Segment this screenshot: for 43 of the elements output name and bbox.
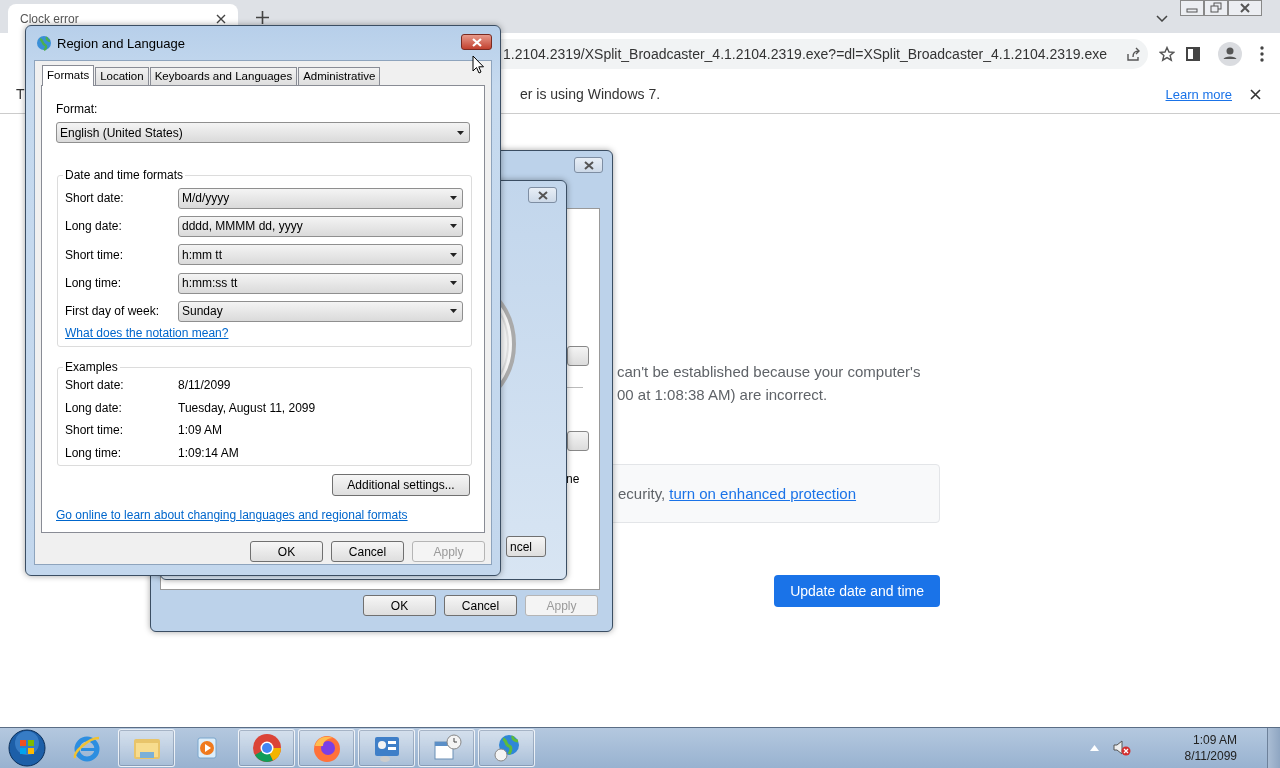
taskbar-clock[interactable]: 1:09 AM 8/11/2099 [1184,732,1237,764]
example-value: 8/11/2099 [178,378,231,393]
tab[interactable]: Location [95,67,149,85]
dialog-button[interactable]: OK [250,541,323,562]
example-label: Long date: [65,400,123,415]
infobar-text: T [16,86,26,102]
infobar-text: er is using Windows 7. [520,86,662,102]
label-text: ne [566,472,580,486]
group-title: Date and time formats [64,168,185,182]
field-label: Short time: [65,247,125,262]
example-value: 1:09:14 AM [178,445,239,460]
format-dropdown[interactable]: M/d/yyyy [178,187,463,209]
example-label: Long time: [65,445,123,460]
field-label: First day of week: [65,304,161,319]
field-label: Long date: [65,219,123,234]
example-label: Short date: [65,378,125,393]
update-date-time-button[interactable]: Update date and time [774,575,940,607]
notice-text: ecurity, [618,485,666,502]
example-label: Short time: [65,423,125,438]
tab[interactable]: Formats [42,65,95,86]
tab[interactable]: Keyboards and Languages [149,67,298,85]
field-label: Long time: [65,276,123,291]
learn-more-link[interactable]: Learn more [1165,86,1232,102]
online-link[interactable]: Go online to learn about changing languages and regional formats [56,508,408,522]
notation-link[interactable]: What does the notation mean? [65,326,229,341]
dialog-button[interactable]: Cancel [331,541,404,562]
example-value: 1:09 AM [178,423,223,438]
dialog-button[interactable]: OK [363,595,436,616]
format-dropdown[interactable]: Sunday [178,300,463,322]
field-label: Short date: [65,191,125,206]
format-dropdown[interactable]: h:mm:ss tt [178,272,463,294]
group-title: Examples [64,360,119,374]
format-dropdown[interactable]: English (United States) [56,122,470,143]
tab[interactable]: Administrative [298,67,381,85]
dialog-button[interactable]: Cancel [444,595,517,616]
error-message: can't be established because your computer's 00 at 1:08:38 AM) are incorrect. [617,362,921,405]
enhanced-protection-link[interactable]: turn on enhanced protection [669,485,857,502]
format-dropdown[interactable]: h:mm tt [178,244,463,266]
format-label: Format: [56,102,99,116]
additional-settings-button[interactable]: Additional settings... [332,474,470,496]
example-value: Tuesday, August 11, 2099 [178,400,316,415]
format-dropdown[interactable]: dddd, MMMM dd, yyyy [178,215,463,237]
partial-button[interactable]: ncel [506,536,546,557]
